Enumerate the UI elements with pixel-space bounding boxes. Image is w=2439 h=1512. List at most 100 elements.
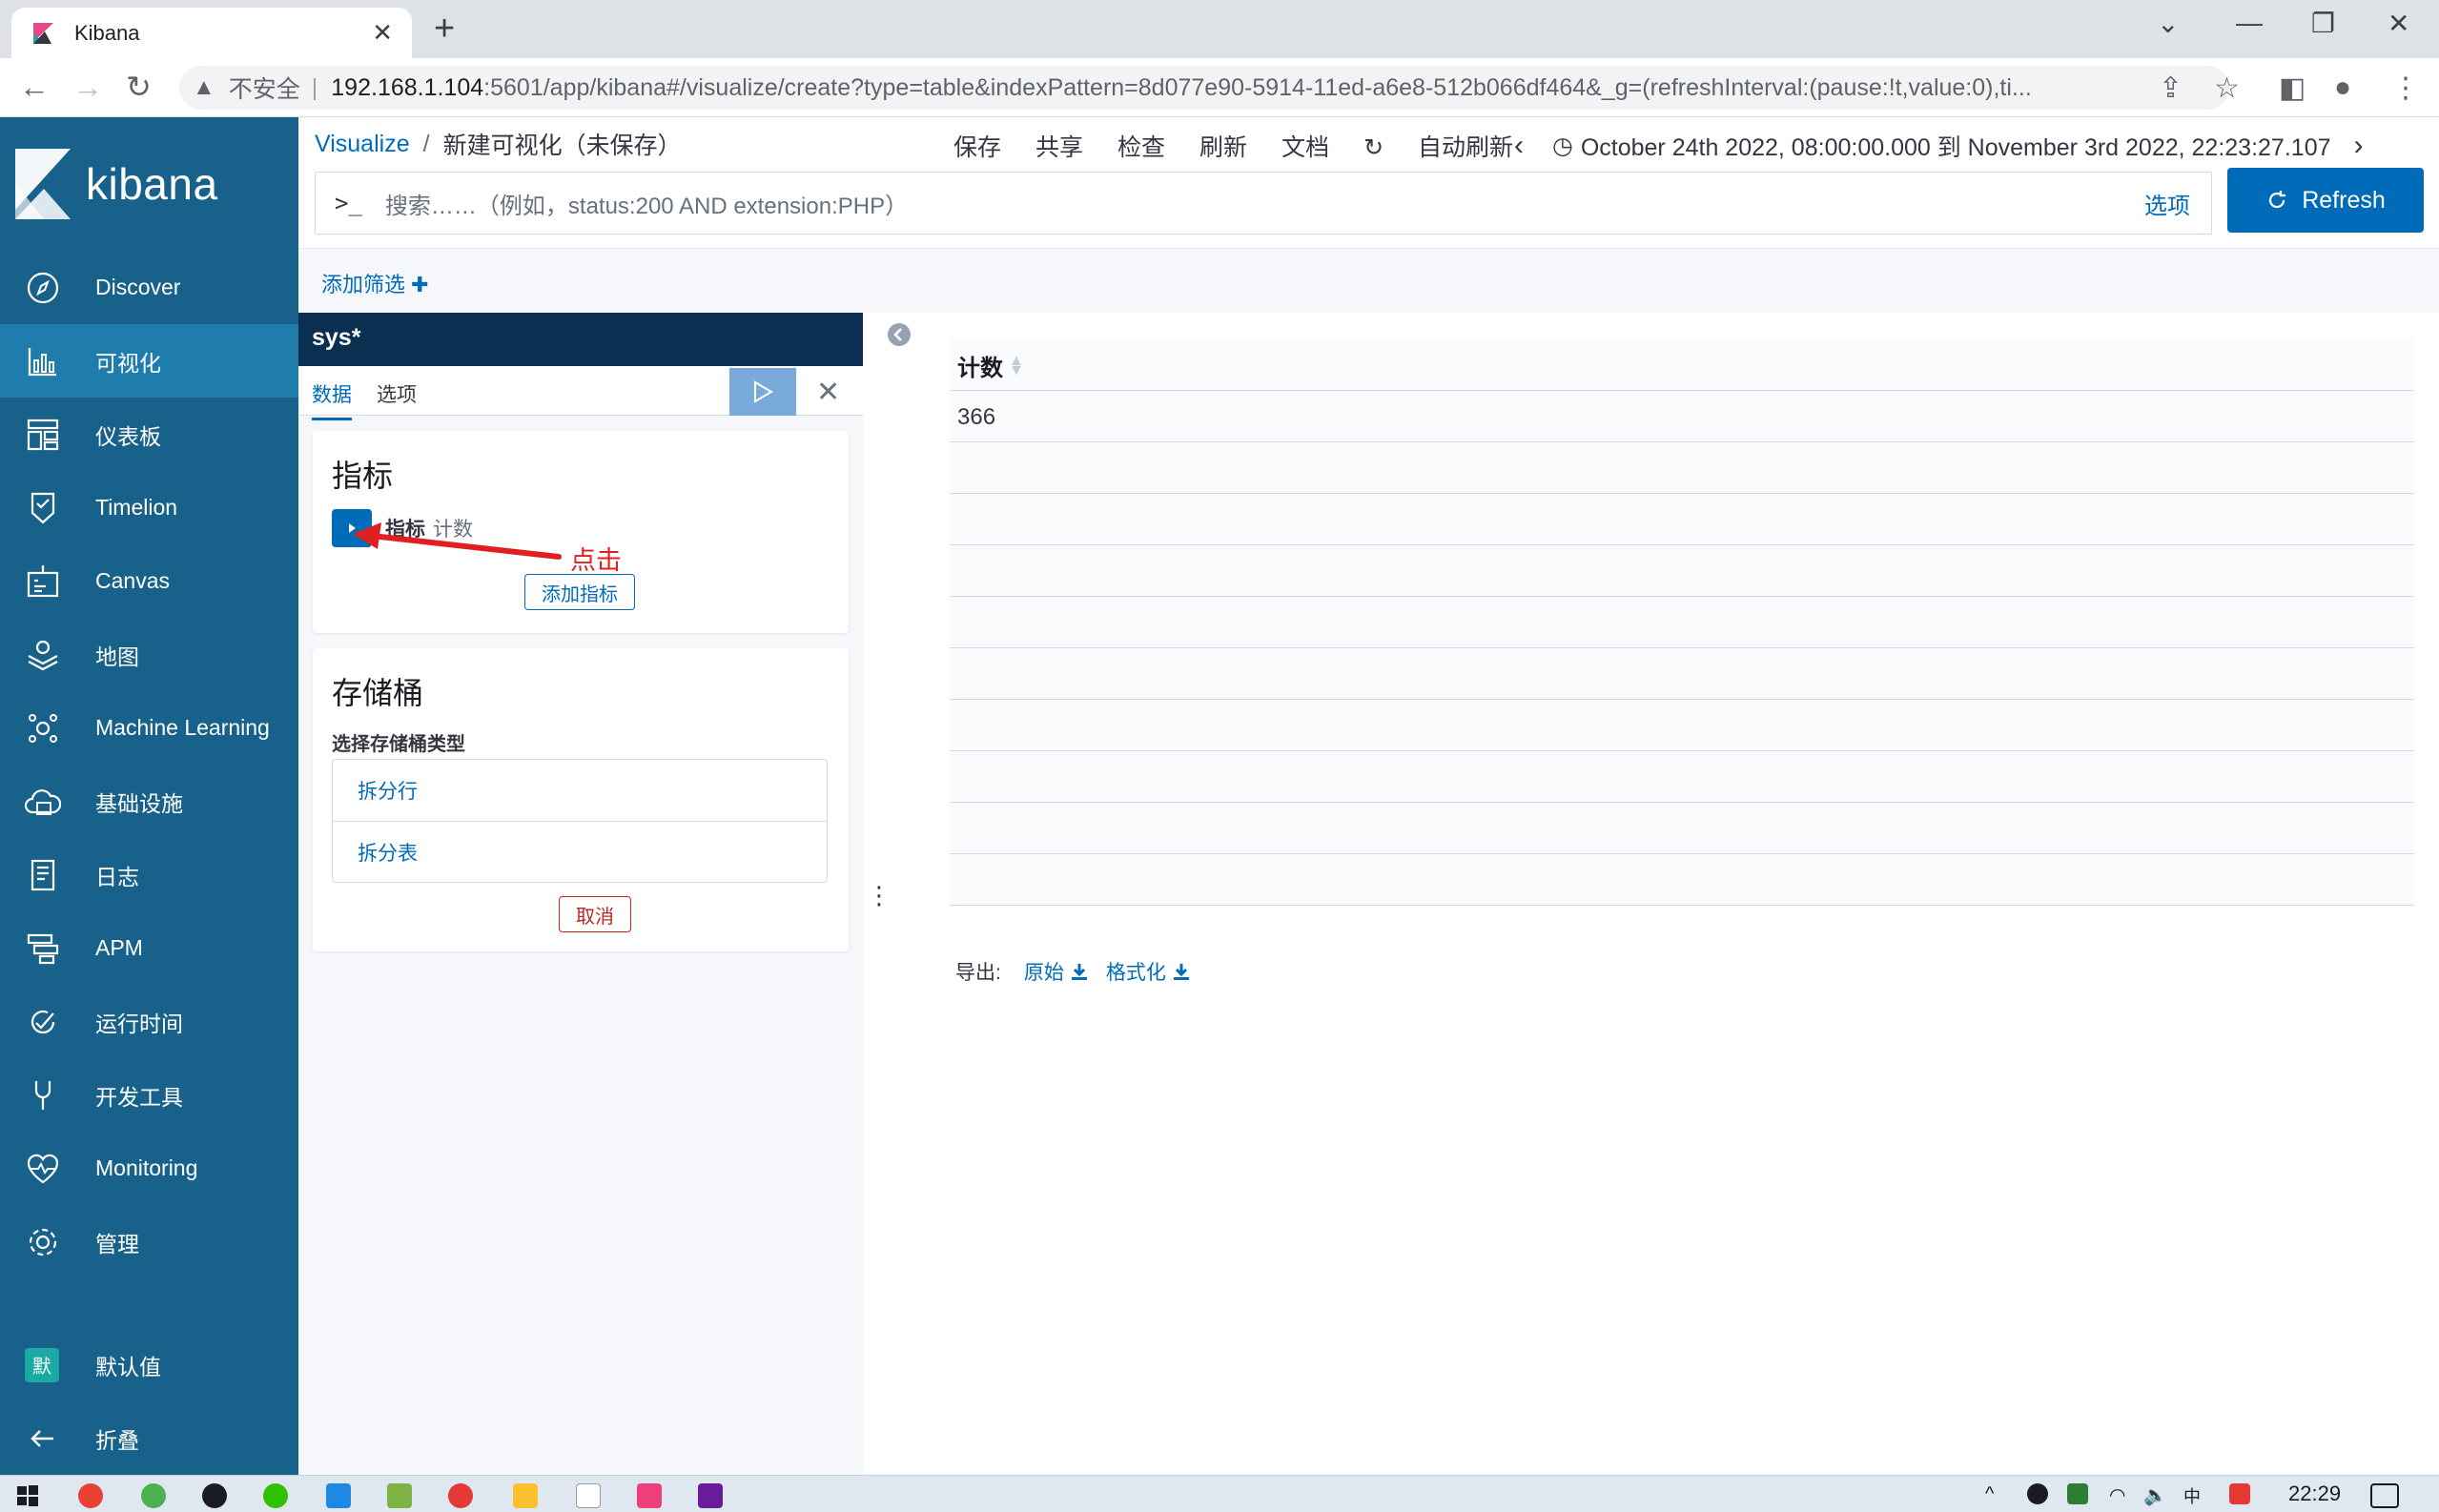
sidebar-item-collapse[interactable]: 折叠 — [0, 1401, 298, 1475]
kibana-brand: kibana — [86, 159, 218, 209]
tray-qq-icon[interactable] — [2027, 1483, 2048, 1504]
add-metric-button[interactable]: 添加指标 — [524, 574, 635, 610]
url-field[interactable]: ▲ 不安全 | 192.168.1.104 :5601/app/kibana#/… — [179, 66, 2229, 110]
sidebar-item-compass[interactable]: Discover — [0, 251, 298, 324]
warning-icon: ▲ — [193, 74, 215, 100]
refresh-button[interactable]: Refresh — [2227, 168, 2424, 233]
side-panel-icon[interactable]: ◧ — [2279, 72, 2306, 105]
sidebar-item-label: 可视化 — [95, 350, 161, 376]
minimize-icon[interactable]: — — [2236, 8, 2263, 38]
sidebar-item-label: 折叠 — [95, 1427, 139, 1453]
browser-menu-icon[interactable]: ⋮ — [2391, 72, 2420, 105]
profile-avatar-icon[interactable]: ● — [2334, 72, 2351, 104]
sidebar-item-ml[interactable]: Machine Learning — [0, 691, 298, 765]
tab-options[interactable]: 选项 — [377, 379, 417, 408]
sidebar-nav: Discover 可视化仪表板 Timelion Canvas 地图 Machine Le… — [0, 251, 298, 1278]
sidebar-item-default-space[interactable]: 默 默认值 — [0, 1328, 298, 1401]
resize-handle-icon[interactable]: ⋮ — [867, 881, 892, 910]
search-input[interactable]: 搜索……（例如，status:200 AND extension:PHP） — [385, 187, 2144, 220]
sidebar-item-apm[interactable]: APM — [0, 911, 298, 985]
time-next-icon[interactable]: › — [2354, 130, 2364, 162]
query-options-link[interactable]: 选项 — [2144, 187, 2190, 220]
action-center-icon[interactable] — [2370, 1483, 2399, 1508]
sidebar-item-dashboard[interactable]: 仪表板 — [0, 398, 298, 471]
menu-save[interactable]: 保存 — [953, 129, 1001, 163]
sidebar-item-infrastructure[interactable]: 基础设施 — [0, 765, 298, 838]
chrome-icon[interactable] — [78, 1483, 103, 1508]
monitoring-icon — [27, 1154, 59, 1183]
sidebar-item-uptime[interactable]: 运行时间 — [0, 985, 298, 1058]
sidebar-item-maps[interactable]: 地图 — [0, 618, 298, 691]
sidebar-item-gear[interactable]: 管理 — [0, 1205, 298, 1278]
devtools-icon — [34, 1080, 51, 1110]
restore-icon[interactable]: ❐ — [2311, 8, 2335, 39]
sort-icon[interactable]: ▲ ▼ — [1009, 353, 1024, 378]
table-row — [950, 390, 2414, 391]
table-row — [950, 596, 2414, 597]
time-prev-icon[interactable]: ‹ — [1514, 130, 1524, 162]
onenote-icon[interactable] — [698, 1483, 723, 1508]
bookmark-star-icon[interactable]: ☆ — [2214, 72, 2240, 105]
tray-battery-icon[interactable] — [2067, 1483, 2088, 1504]
tab-close-icon[interactable]: ✕ — [372, 18, 393, 48]
collapse-sidebar-icon[interactable] — [887, 322, 912, 347]
window-close-icon[interactable]: ✕ — [2388, 8, 2409, 39]
table-row — [950, 699, 2414, 700]
tray-expand-icon[interactable]: ^ — [1985, 1483, 2004, 1508]
typora-icon[interactable] — [576, 1483, 601, 1508]
app-icon-pink[interactable] — [637, 1483, 662, 1508]
sidebar-item-canvas[interactable]: Canvas — [0, 544, 298, 618]
file-explorer-icon[interactable] — [513, 1483, 538, 1508]
clock-icon: ◷ — [1552, 133, 1573, 159]
add-filter-button[interactable]: 添加筛选 ✚ — [321, 268, 429, 298]
browser-app-icon[interactable] — [141, 1483, 166, 1508]
menu-share[interactable]: 共享 — [1035, 129, 1083, 163]
bucket-option-split-table[interactable]: 拆分表 — [333, 821, 827, 882]
table-column-header[interactable]: 计数 ▲ ▼ — [957, 349, 1024, 382]
time-picker[interactable]: ‹ ◷ October 24th 2022, 08:00:00.000 到 No… — [1514, 129, 2364, 163]
menu-inspect[interactable]: 检查 — [1117, 129, 1165, 163]
wechat-icon[interactable] — [263, 1483, 288, 1508]
sidebar-item-visualize[interactable]: 可视化 — [0, 324, 298, 398]
app-icon-red[interactable] — [448, 1483, 473, 1508]
windows-start-icon[interactable] — [15, 1483, 40, 1508]
tray-input-method-icon[interactable]: 中 — [2183, 1483, 2208, 1506]
query-bar: >_ 搜索……（例如，status:200 AND extension:PHP）… — [315, 172, 2212, 235]
table-row — [950, 802, 2414, 803]
menu-refresh[interactable]: 刷新 — [1199, 129, 1247, 163]
bucket-option-split-rows[interactable]: 拆分行 — [333, 760, 827, 821]
apply-changes-button[interactable] — [729, 368, 796, 416]
qq-icon[interactable] — [202, 1483, 227, 1508]
url-path: :5601/app/kibana#/visualize/create?type=… — [483, 73, 2032, 101]
browser-tab[interactable]: Kibana ✕ — [11, 8, 412, 58]
app-icon-blue[interactable] — [326, 1483, 351, 1508]
forward-icon[interactable]: → — [72, 70, 103, 104]
tab-search-icon[interactable]: ⌄ — [2157, 8, 2179, 39]
new-tab-button[interactable]: + — [434, 10, 455, 48]
kibana-logo[interactable]: kibana — [0, 117, 298, 251]
tray-volume-icon[interactable]: 🔈 — [2143, 1483, 2167, 1506]
sidebar-item-label: 地图 — [95, 644, 139, 669]
tab-data[interactable]: 数据 — [312, 379, 352, 420]
notepad-icon[interactable] — [387, 1483, 412, 1508]
uptime-icon — [31, 1010, 55, 1033]
sidebar-item-devtools[interactable]: 开发工具 — [0, 1058, 298, 1132]
sidebar-item-monitoring[interactable]: Monitoring — [0, 1132, 298, 1205]
share-icon[interactable]: ⇪ — [2159, 72, 2183, 105]
sidebar-item-timelion[interactable]: Timelion — [0, 471, 298, 544]
export-formatted-link[interactable]: 格式化 — [1106, 957, 1191, 986]
reload-icon[interactable]: ↻ — [126, 70, 152, 104]
table-cell-count: 366 — [957, 404, 996, 430]
kibana-favicon-icon — [33, 22, 53, 44]
space-avatar: 默 — [25, 1347, 59, 1382]
discard-close-icon[interactable]: ✕ — [816, 376, 840, 409]
cancel-bucket-button[interactable]: 取消 — [559, 896, 631, 932]
tray-wifi-icon[interactable]: ◠ — [2109, 1483, 2130, 1506]
export-raw-link[interactable]: 原始 — [1024, 957, 1089, 986]
export-controls: 导出: 原始 格式化 — [955, 957, 1208, 986]
sidebar-item-logs[interactable]: 日志 — [0, 838, 298, 911]
menu-docs[interactable]: 文档 — [1281, 129, 1329, 163]
breadcrumb-visualize[interactable]: Visualize — [315, 131, 410, 158]
tray-sogou-icon[interactable] — [2229, 1483, 2250, 1504]
back-icon[interactable]: ← — [19, 70, 50, 104]
